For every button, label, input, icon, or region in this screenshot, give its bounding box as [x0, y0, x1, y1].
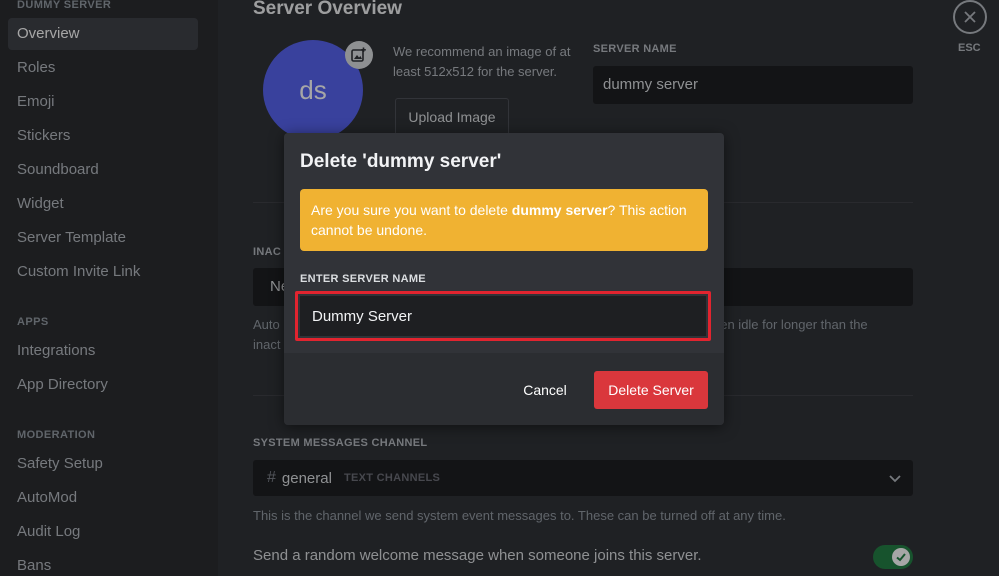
warning-text-prefix: Are you sure you want to delete [311, 202, 512, 218]
delete-server-button[interactable]: Delete Server [594, 371, 708, 409]
modal-title: Delete 'dummy server' [300, 151, 502, 172]
cancel-button[interactable]: Cancel [510, 371, 580, 409]
modal-footer: Cancel Delete Server [284, 353, 724, 425]
server-name-input-highlight [295, 291, 711, 341]
delete-warning-banner: Are you sure you want to delete dummy se… [300, 189, 708, 251]
enter-server-name-label: ENTER SERVER NAME [300, 273, 426, 285]
warning-server-name: dummy server [511, 202, 608, 218]
confirm-server-name-input[interactable] [300, 296, 706, 336]
delete-server-modal: Delete 'dummy server' Are you sure you w… [284, 133, 724, 425]
